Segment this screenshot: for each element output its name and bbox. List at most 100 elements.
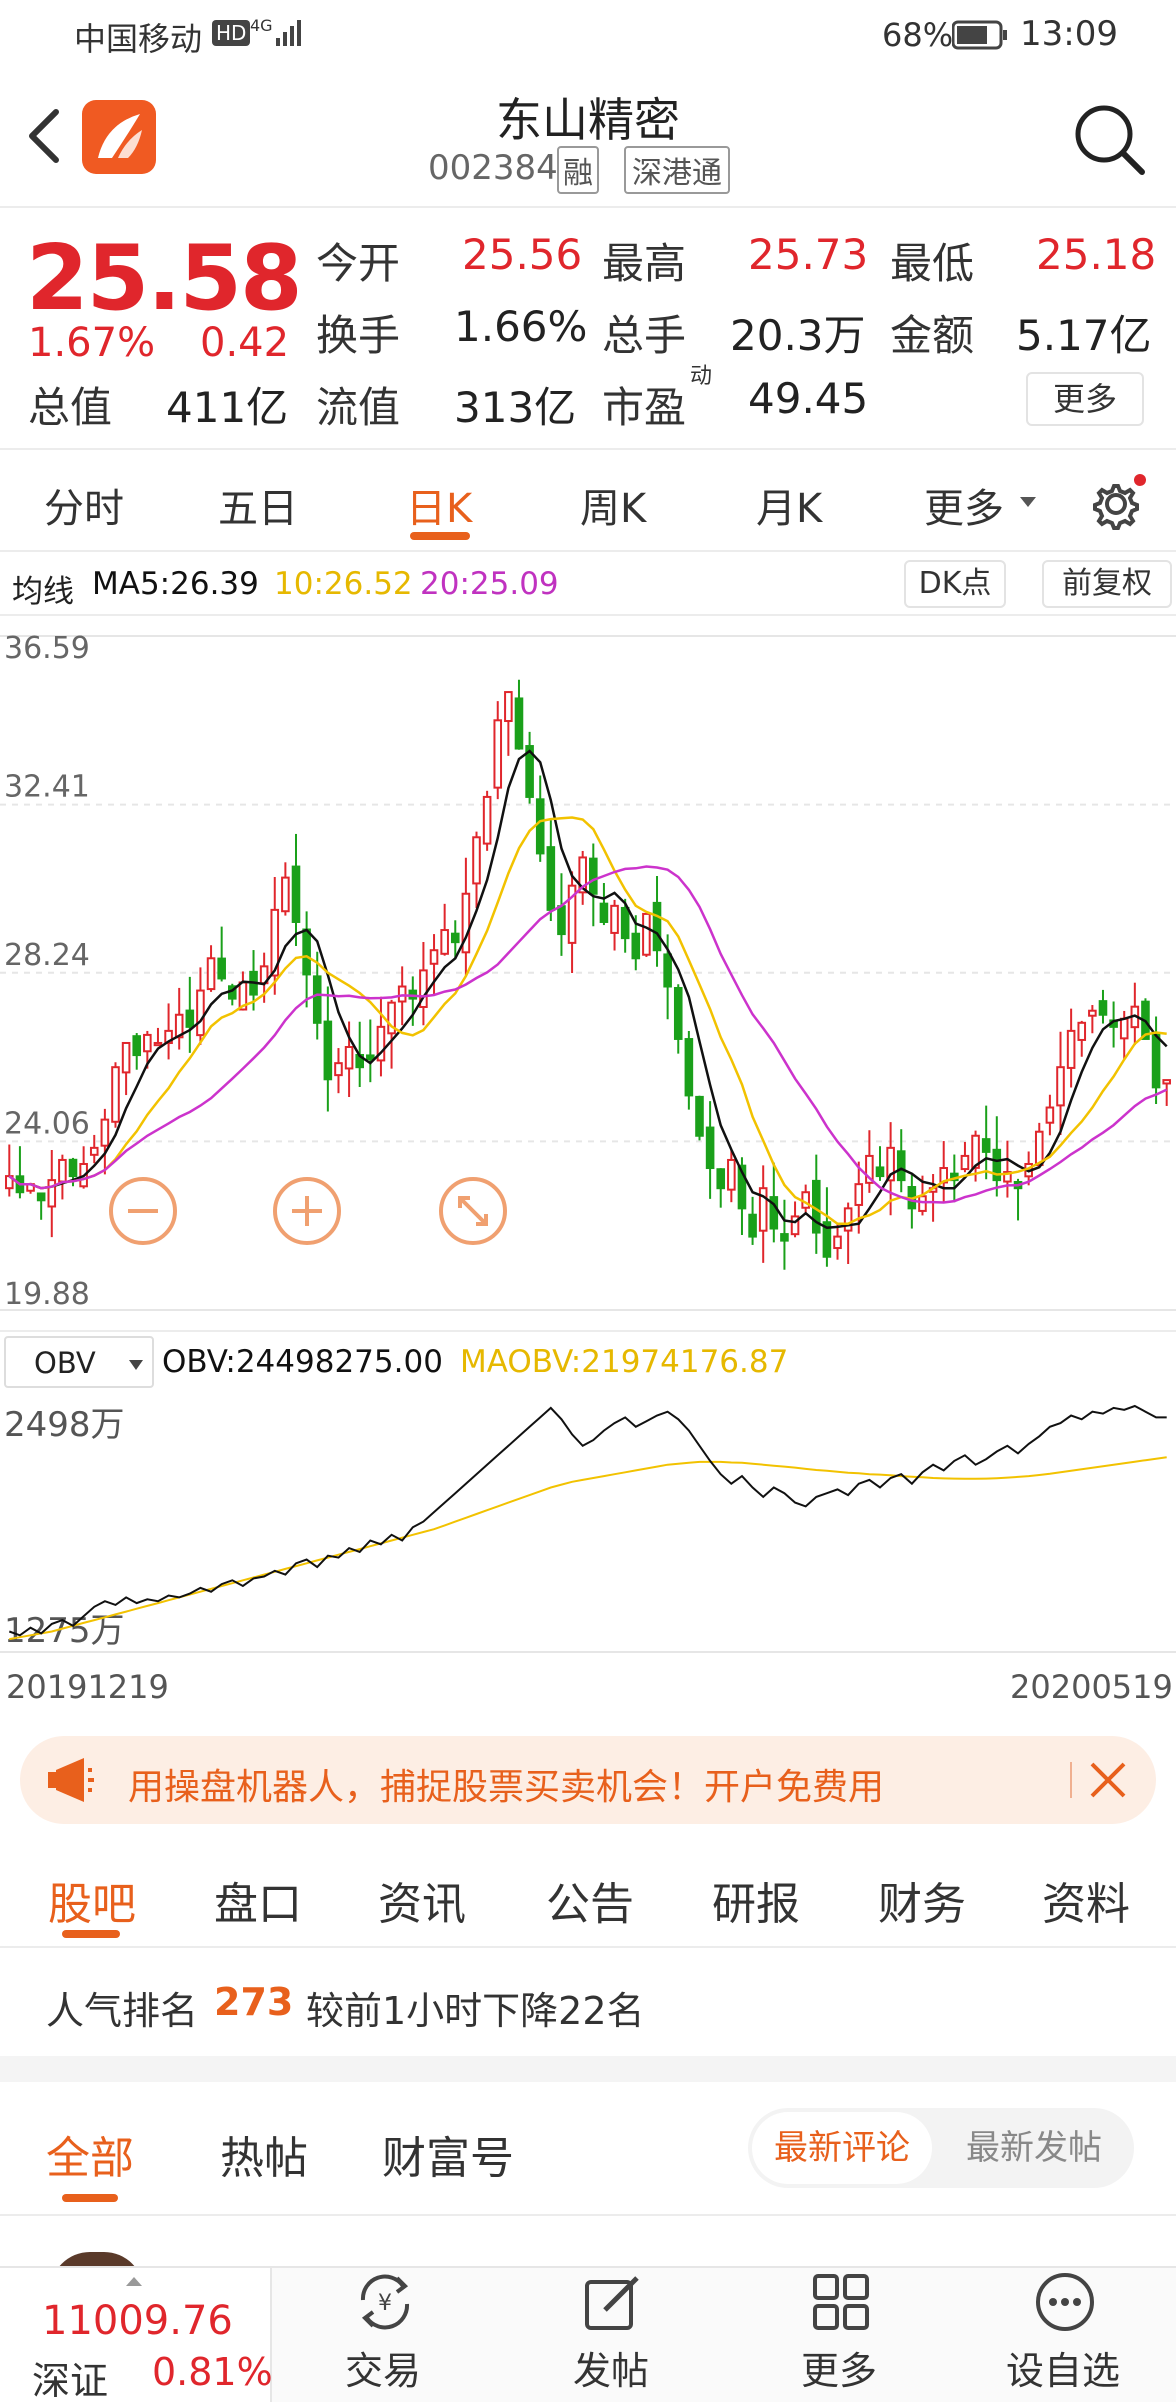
tab-announcements[interactable]: 公告 xyxy=(546,1868,634,1932)
index-ticker[interactable]: 11009.76 深证 0.81% xyxy=(0,2268,273,2403)
search-icon[interactable] xyxy=(1072,102,1148,182)
hd-badge: HD xyxy=(212,20,251,46)
carrier-label: 中国移动 xyxy=(74,20,203,58)
tab-hot-posts[interactable]: 热帖 xyxy=(220,2122,308,2186)
add-watchlist-button[interactable]: 设自选 xyxy=(948,2268,1176,2393)
tab-weekly-k[interactable]: 周K xyxy=(580,476,646,534)
trade-button[interactable]: ¥ 交易 xyxy=(268,2268,498,2393)
candle-down xyxy=(663,953,672,988)
fullscreen-icon[interactable] xyxy=(438,1176,508,1250)
tab-news[interactable]: 资讯 xyxy=(378,1868,466,1932)
close-icon[interactable] xyxy=(1086,1758,1130,1806)
tab-research[interactable]: 研报 xyxy=(712,1868,800,1932)
candle-down xyxy=(546,846,556,911)
candle-up xyxy=(47,1179,57,1208)
candle-down xyxy=(312,975,322,1024)
tab-financials[interactable]: 财务 xyxy=(878,1868,966,1932)
candle-up xyxy=(206,957,216,991)
stat-label: 最高 xyxy=(602,239,687,288)
candle-up xyxy=(918,1195,927,1212)
candle-up xyxy=(504,691,513,723)
stat-value: 313亿 xyxy=(454,383,577,432)
tab-guba[interactable]: 股吧 xyxy=(48,1868,136,1932)
tab-five-day[interactable]: 五日 xyxy=(218,476,298,534)
period-tabs: 分时 五日 日K 周K 月K 更多 xyxy=(0,450,1176,550)
sort-latest-post[interactable]: 最新发帖 xyxy=(944,2112,1124,2184)
index-name: 深证 xyxy=(32,2359,109,2403)
y-tick-label: 19.88 xyxy=(4,1277,90,1312)
stat-label: 总值 xyxy=(28,383,113,432)
back-icon[interactable] xyxy=(24,106,64,170)
tab-fortune[interactable]: 财富号 xyxy=(382,2122,514,2186)
tab-profile[interactable]: 资料 xyxy=(1042,1868,1130,1932)
up-arrow-icon xyxy=(124,2272,144,2291)
candle-up xyxy=(727,1158,736,1191)
candle-down xyxy=(748,1213,757,1238)
dk-points-button[interactable]: DK点 xyxy=(904,560,1006,608)
candle-up xyxy=(1088,1009,1097,1017)
candle-up xyxy=(440,929,449,955)
ma10-value: 10:26.52 xyxy=(274,566,413,602)
candle-up xyxy=(833,1235,842,1250)
candle-up xyxy=(1077,1021,1087,1041)
candle-up xyxy=(493,719,503,789)
stat-label: 流值 xyxy=(316,383,401,432)
y-tick-label: 28.24 xyxy=(4,938,90,973)
candle-down xyxy=(652,901,662,952)
candle-up xyxy=(100,1118,110,1147)
candle-up xyxy=(642,912,651,956)
status-bar: 中国移动 HD 4G 68% 13:09 xyxy=(0,0,1176,72)
yen-exchange-icon: ¥ xyxy=(360,2274,410,2330)
price-adjust-button[interactable]: 前复权 xyxy=(1042,560,1172,608)
obv-chart[interactable]: 2498万1275万 xyxy=(0,1392,1176,1654)
zoom-out-icon[interactable] xyxy=(108,1176,178,1250)
bottom-bar: 11009.76 深证 0.81% ¥ 交易 发帖 更多 设自选 xyxy=(0,2266,1176,2403)
tab-order-book[interactable]: 盘口 xyxy=(214,1868,302,1932)
more-button[interactable]: 更多 xyxy=(724,2268,954,2393)
ad-text: 用操盘机器人，捕捉股票买卖机会！开户免费用 xyxy=(128,1767,885,1808)
dropdown-caret-icon xyxy=(128,1356,144,1375)
tab-intraday[interactable]: 分时 xyxy=(44,476,124,534)
zoom-in-icon[interactable] xyxy=(272,1176,342,1250)
candle-down xyxy=(132,1035,142,1057)
y-tick-label: 24.06 xyxy=(4,1106,90,1141)
candle-up xyxy=(196,989,205,1037)
candle-up xyxy=(429,949,439,965)
sort-toggle: 最新评论 最新发帖 xyxy=(748,2108,1134,2188)
stat-label: 市盈 xyxy=(602,383,687,432)
candle-down xyxy=(450,932,460,944)
section-gap xyxy=(0,2056,1176,2082)
candle-up xyxy=(1056,1066,1065,1107)
dots-icon xyxy=(1036,2273,1094,2331)
indicator-select[interactable]: OBV xyxy=(4,1336,154,1388)
candle-down xyxy=(695,1095,704,1137)
hk-connect-tag: 深港通 xyxy=(624,146,730,194)
ad-divider xyxy=(1070,1762,1072,1798)
candle-down xyxy=(705,1126,715,1170)
candle-down xyxy=(716,1168,726,1190)
tab-all-posts[interactable]: 全部 xyxy=(46,2122,134,2186)
candle-up xyxy=(121,1041,131,1074)
stat-value: 49.45 xyxy=(748,374,869,423)
tab-daily-k[interactable]: 日K xyxy=(406,476,472,534)
tab-monthly-k[interactable]: 月K xyxy=(756,476,822,534)
stock-name: 东山精密 xyxy=(496,93,680,147)
x-axis-end-date: 20200519 xyxy=(1010,1668,1173,1706)
tab-more[interactable]: 更多 xyxy=(924,476,1004,534)
candle-down xyxy=(68,1158,78,1178)
y-tick-label: 32.41 xyxy=(4,770,90,805)
post-button[interactable]: 发帖 xyxy=(496,2268,726,2393)
settings-icon[interactable] xyxy=(1090,474,1146,534)
stat-label: 换手 xyxy=(316,311,401,360)
stat-value: 411亿 xyxy=(166,383,289,432)
index-value: 11009.76 xyxy=(42,2298,233,2344)
ad-banner[interactable]: 用操盘机器人，捕捉股票买卖机会！开户免费用 xyxy=(20,1736,1156,1824)
candle-down xyxy=(981,1138,991,1153)
candle-down xyxy=(557,905,566,936)
sort-latest-comment[interactable]: 最新评论 xyxy=(752,2112,932,2184)
ma5-value: MA5:26.39 xyxy=(92,566,259,602)
more-stats-button[interactable]: 更多 xyxy=(1026,372,1144,426)
ma-label[interactable]: 均线 xyxy=(12,566,74,611)
maobv-value: MAOBV:21974176.87 xyxy=(460,1344,789,1380)
network-label: 4G xyxy=(250,16,273,35)
